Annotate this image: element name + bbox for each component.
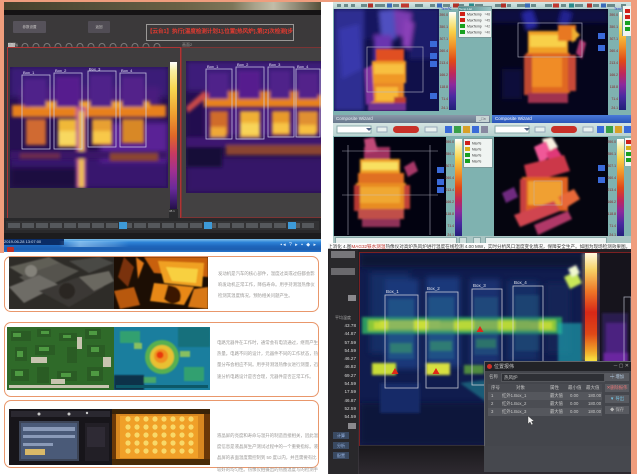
svg-text:Box_3: Box_3 [89,67,101,72]
svg-text:MaxTemp: MaxTemp [467,31,482,35]
svg-text:71.4: 71.4 [609,224,616,228]
svg-text:Box_4: Box_4 [514,280,527,285]
svg-text:Box_1: Box_1 [207,64,219,69]
svg-text:MaxTe: MaxTe [472,160,482,164]
svg-text:390.0: 390.0 [446,140,455,144]
svg-text:260.4: 260.4 [446,176,455,180]
svg-text:307.1: 307.1 [608,164,617,168]
svg-text:307.1: 307.1 [440,37,449,41]
svg-text:MaxTe: MaxTe [472,142,482,146]
svg-text:166.2: 166.2 [608,200,617,204]
svg-text:213.4: 213.4 [608,188,617,192]
svg-text:71.4: 71.4 [441,97,448,101]
svg-text:350.1: 350.1 [446,152,455,156]
svg-text:260.4: 260.4 [608,176,617,180]
svg-text:118.8: 118.8 [446,212,454,216]
svg-text:Box_3: Box_3 [473,283,486,288]
svg-text:213.4: 213.4 [446,188,455,192]
svg-text:MaxTemp: MaxTemp [467,19,482,23]
svg-text:390.0: 390.0 [608,140,617,144]
svg-text:213.4: 213.4 [440,61,449,65]
svg-text:Box_3: Box_3 [269,62,281,67]
svg-text:307.1: 307.1 [610,37,619,41]
svg-text:MaxTemp: MaxTemp [467,25,482,29]
svg-text:307.1: 307.1 [446,164,455,168]
svg-text:Box_2: Box_2 [237,62,249,67]
svg-text:118.8: 118.8 [440,85,448,89]
svg-text:24.1: 24.1 [611,106,618,110]
svg-text:390.0: 390.0 [610,13,619,17]
svg-text:71.4: 71.4 [447,224,454,228]
svg-text:=42: =42 [485,25,491,29]
svg-text:350.1: 350.1 [440,25,449,29]
svg-text:118.8: 118.8 [610,85,618,89]
svg-text:Box_4: Box_4 [121,68,133,73]
svg-text:=45: =45 [485,19,491,23]
svg-text:350.1: 350.1 [608,152,617,156]
svg-text:Box_2: Box_2 [427,286,440,291]
svg-text:Box_1: Box_1 [23,70,35,75]
svg-text:=48: =48 [485,13,491,17]
svg-text:166.2: 166.2 [440,73,449,77]
svg-text:MaxTe: MaxTe [472,154,482,158]
svg-text:118.8: 118.8 [608,212,616,216]
svg-text:Box_4: Box_4 [297,64,309,69]
svg-text:166.2: 166.2 [610,73,619,77]
svg-text:390.0: 390.0 [440,13,449,17]
svg-text:260.4: 260.4 [610,49,619,53]
svg-text:260.4: 260.4 [440,49,449,53]
svg-text:MaxTemp: MaxTemp [467,13,482,17]
svg-text:24.1: 24.1 [441,106,448,110]
svg-text:166.2: 166.2 [446,200,455,204]
svg-text:Box_1: Box_1 [386,289,399,294]
svg-text:MaxTe: MaxTe [472,148,482,152]
svg-text:213.4: 213.4 [610,61,619,65]
svg-text:71.4: 71.4 [611,97,618,101]
svg-text:=40: =40 [485,31,491,35]
svg-text:350.1: 350.1 [610,25,619,29]
svg-text:Box_2: Box_2 [55,68,67,73]
